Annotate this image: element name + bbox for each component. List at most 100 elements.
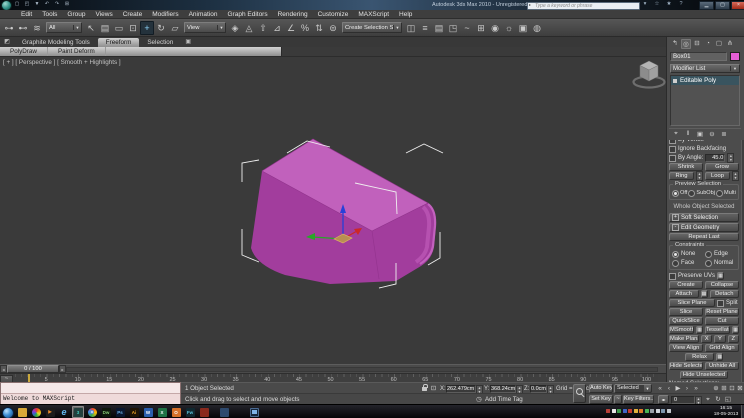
tray-icon-8[interactable] — [644, 409, 649, 413]
constraint-normal-radio[interactable] — [705, 259, 712, 267]
grow-button[interactable]: Grow — [705, 163, 739, 171]
tab-hierarchy-icon[interactable]: ⊟ — [692, 39, 702, 49]
object-color-swatch[interactable] — [730, 52, 740, 61]
key-mode-toggle-button[interactable]: ◂▸ — [658, 395, 669, 404]
rectangular-selection-region-icon[interactable]: ▭ — [112, 21, 126, 35]
constraint-none-radio[interactable] — [672, 250, 679, 258]
open-file-icon[interactable]: ◰ — [23, 1, 31, 8]
listener-upper-pane[interactable] — [1, 383, 180, 394]
split-checkbox[interactable] — [717, 299, 724, 307]
orbit-icon[interactable]: ↻ — [714, 395, 722, 404]
attach-button[interactable]: Attach — [669, 290, 699, 298]
y-coordinate-field[interactable]: 368.24cm — [490, 384, 516, 393]
y-button[interactable]: Y — [714, 335, 726, 343]
curve-editor-icon[interactable]: ~ — [460, 21, 474, 35]
tab-graphite-modeling-tools[interactable]: Graphite Modeling Tools — [14, 38, 98, 47]
preview-subobj-radio[interactable] — [688, 189, 696, 197]
absolute-offset-toggle-icon[interactable]: ⊡ — [429, 384, 438, 393]
make-planar-button[interactable]: Make Planar — [669, 335, 699, 343]
object-name-field[interactable]: Box01 — [670, 52, 727, 61]
preserve-uvs-checkbox[interactable] — [669, 272, 676, 280]
hide-selected-button[interactable]: Hide Selected — [669, 362, 703, 370]
slice-button[interactable]: Slice — [669, 308, 703, 316]
percent-snap-icon[interactable]: % — [298, 21, 312, 35]
tray-icon-1[interactable] — [606, 409, 610, 413]
tray-icon-12[interactable] — [666, 409, 671, 413]
tab-create-icon[interactable]: ↰ — [670, 39, 680, 49]
taskbar-word[interactable]: W — [142, 406, 154, 418]
ribbon-options-icon[interactable]: ▣ — [181, 38, 195, 47]
render-setup-icon[interactable]: ☼ — [502, 21, 516, 35]
z-button[interactable]: Z — [727, 335, 739, 343]
ring-button[interactable]: Ring — [669, 172, 694, 180]
go-to-end-button[interactable]: » — [692, 384, 700, 393]
new-key-settings-icon[interactable]: ~ — [614, 395, 622, 404]
hide-unselected-button[interactable]: Hide Unselected — [680, 371, 728, 379]
select-and-manipulate-icon[interactable]: ◬ — [242, 21, 256, 35]
panel-paint-deform[interactable]: Paint Deform — [48, 47, 106, 56]
quickslice-button[interactable]: QuickSlice — [669, 317, 703, 325]
named-selection-sets-dropdown[interactable]: Create Selection Se ▼ — [342, 22, 402, 33]
previous-frame-button[interactable]: ‹ — [665, 384, 673, 393]
selection-filter-dropdown[interactable]: All ▼ — [46, 22, 82, 33]
time-back-arrow[interactable]: ◂ — [0, 365, 7, 373]
rendered-frame-window-icon[interactable]: ▣ — [516, 21, 530, 35]
current-frame-field[interactable]: 0 — [671, 395, 695, 404]
menu-animation[interactable]: Animation — [184, 11, 223, 18]
keyboard-shortcut-override-icon[interactable]: ⇧ — [256, 21, 270, 35]
auto-key-button[interactable]: Auto Key — [589, 384, 613, 393]
view-align-button[interactable]: View Align — [669, 344, 703, 352]
constraint-face-radio[interactable] — [672, 259, 679, 267]
schematic-view-icon[interactable]: ⊞ — [474, 21, 488, 35]
cut-button[interactable]: Cut — [705, 317, 739, 325]
taskbar-app-dark[interactable]: Fw — [184, 406, 196, 418]
menu-tools[interactable]: Tools — [37, 11, 62, 18]
next-frame-button[interactable]: › — [683, 384, 691, 393]
make-unique-icon[interactable]: ▣ — [696, 130, 704, 138]
taskbar-app-red[interactable] — [198, 406, 210, 418]
tab-motion-icon[interactable]: ◔ — [703, 39, 713, 49]
relax-button[interactable]: Relax — [684, 353, 715, 361]
repeat-last-button[interactable]: Repeat Last — [669, 233, 739, 241]
tab-display-icon[interactable]: ▢ — [714, 39, 724, 49]
ring-spinner[interactable]: ▴ ▾ — [696, 171, 703, 181]
help-icon[interactable]: ? — [677, 1, 685, 8]
undo-icon[interactable]: ↶ — [43, 1, 51, 8]
select-and-move-icon[interactable]: + — [140, 20, 154, 35]
taskbar-clock[interactable]: 16:15 18-05-2013 — [711, 406, 741, 417]
taskbar-illustrator[interactable]: Ai — [128, 406, 140, 418]
settings-icon[interactable]: ▦ — [700, 290, 708, 298]
loop-spinner[interactable]: ▴ ▾ — [732, 171, 739, 181]
angle-snap-icon[interactable]: ∠ — [284, 21, 298, 35]
time-slider-track[interactable] — [66, 366, 658, 372]
collapse-button[interactable]: Collapse — [705, 281, 739, 289]
taskbar-remote-desktop[interactable] — [248, 406, 260, 418]
taskbar-dreamweaver[interactable]: Dw — [100, 406, 112, 418]
shrink-button[interactable]: Shrink — [669, 163, 703, 171]
tray-icon-10[interactable] — [655, 409, 660, 413]
settings-icon[interactable]: ▦ — [732, 326, 739, 334]
viewcube[interactable] — [632, 60, 666, 89]
unhide-all-button[interactable]: Unhide All — [705, 362, 739, 370]
selection-lock-icon[interactable] — [422, 384, 428, 391]
tray-icon-4[interactable] — [622, 409, 627, 413]
start-button[interactable] — [2, 407, 14, 418]
search-input[interactable]: Type a keyword or phrase — [527, 2, 640, 10]
pan-icon[interactable]: ⌖ — [704, 395, 712, 404]
menu-modifiers[interactable]: Modifiers — [147, 11, 183, 18]
taskbar-chrome[interactable] — [86, 406, 98, 418]
tessellate-button[interactable]: Tessellate — [705, 326, 730, 334]
project-folder-icon[interactable]: ⊞ — [63, 1, 71, 8]
remove-modifier-icon[interactable]: ⊖ — [708, 130, 716, 138]
grid-align-button[interactable]: Grid Align — [705, 344, 739, 352]
tab-freeform[interactable]: Freeform — [97, 38, 140, 47]
reset-plane-button[interactable]: Reset Plane — [705, 308, 739, 316]
zoom-icon[interactable]: ⊕ — [712, 384, 720, 393]
menu-customize[interactable]: Customize — [313, 11, 354, 18]
close-button[interactable]: × — [731, 1, 744, 10]
tray-icon-5[interactable] — [628, 409, 632, 413]
search-scope-icon[interactable]: ▾ — [641, 1, 649, 8]
menu-graph-editors[interactable]: Graph Editors — [223, 11, 273, 18]
tab-utilities-icon[interactable]: ⋔ — [725, 39, 735, 49]
configure-modifier-sets-icon[interactable]: ≣ — [720, 130, 728, 138]
